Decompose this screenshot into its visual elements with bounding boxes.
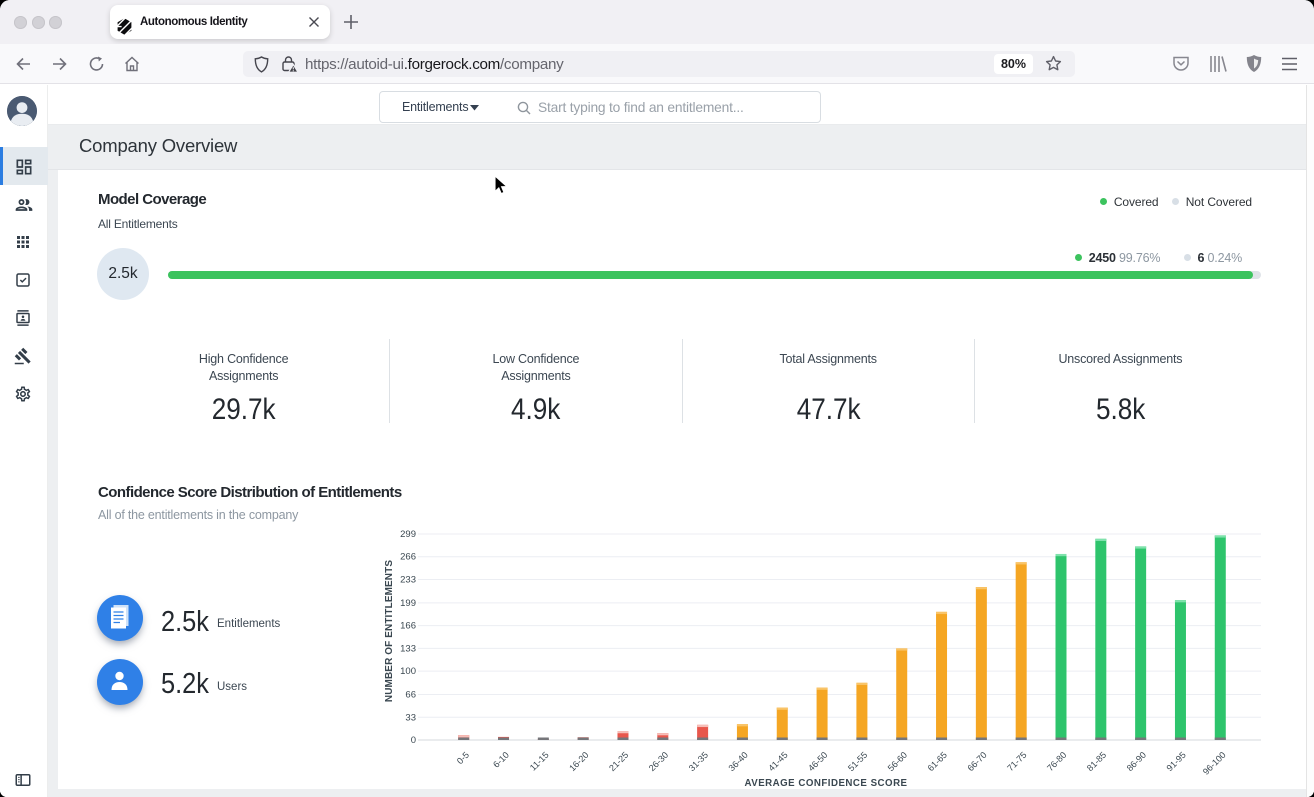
svg-text:31-35: 31-35: [687, 750, 710, 773]
svg-text:91-95: 91-95: [1165, 750, 1188, 773]
svg-text:33: 33: [405, 712, 416, 723]
svg-text:199: 199: [400, 598, 416, 609]
svg-text:46-50: 46-50: [806, 750, 829, 773]
svg-text:36-40: 36-40: [726, 750, 749, 773]
svg-text:11-15: 11-15: [528, 750, 551, 773]
svg-text:61-65: 61-65: [926, 750, 949, 773]
svg-text:81-85: 81-85: [1085, 750, 1108, 773]
svg-text:66-70: 66-70: [965, 750, 988, 773]
svg-text:51-55: 51-55: [846, 750, 869, 773]
svg-text:56-60: 56-60: [886, 750, 909, 773]
svg-text:133: 133: [400, 643, 416, 654]
svg-text:166: 166: [400, 621, 416, 632]
svg-text:66: 66: [405, 690, 416, 701]
svg-text:16-20: 16-20: [567, 750, 590, 773]
svg-text:96-100: 96-100: [1201, 750, 1228, 777]
svg-text:76-80: 76-80: [1045, 750, 1068, 773]
svg-text:299: 299: [400, 530, 416, 540]
svg-text:233: 233: [400, 574, 416, 585]
svg-text:100: 100: [400, 666, 416, 677]
svg-text:26-30: 26-30: [647, 750, 670, 773]
svg-text:71-75: 71-75: [1005, 750, 1028, 773]
svg-text:NUMBER OF ENTITLEMENTS: NUMBER OF ENTITLEMENTS: [384, 560, 395, 702]
svg-text:0-5: 0-5: [455, 750, 471, 766]
svg-text:6-10: 6-10: [491, 750, 511, 770]
svg-text:0: 0: [411, 735, 416, 746]
svg-text:86-90: 86-90: [1125, 750, 1148, 773]
svg-text:266: 266: [400, 552, 416, 563]
svg-text:21-25: 21-25: [607, 750, 630, 773]
svg-text:41-45: 41-45: [766, 750, 789, 773]
svg-text:AVERAGE CONFIDENCE SCORE: AVERAGE CONFIDENCE SCORE: [744, 778, 907, 789]
